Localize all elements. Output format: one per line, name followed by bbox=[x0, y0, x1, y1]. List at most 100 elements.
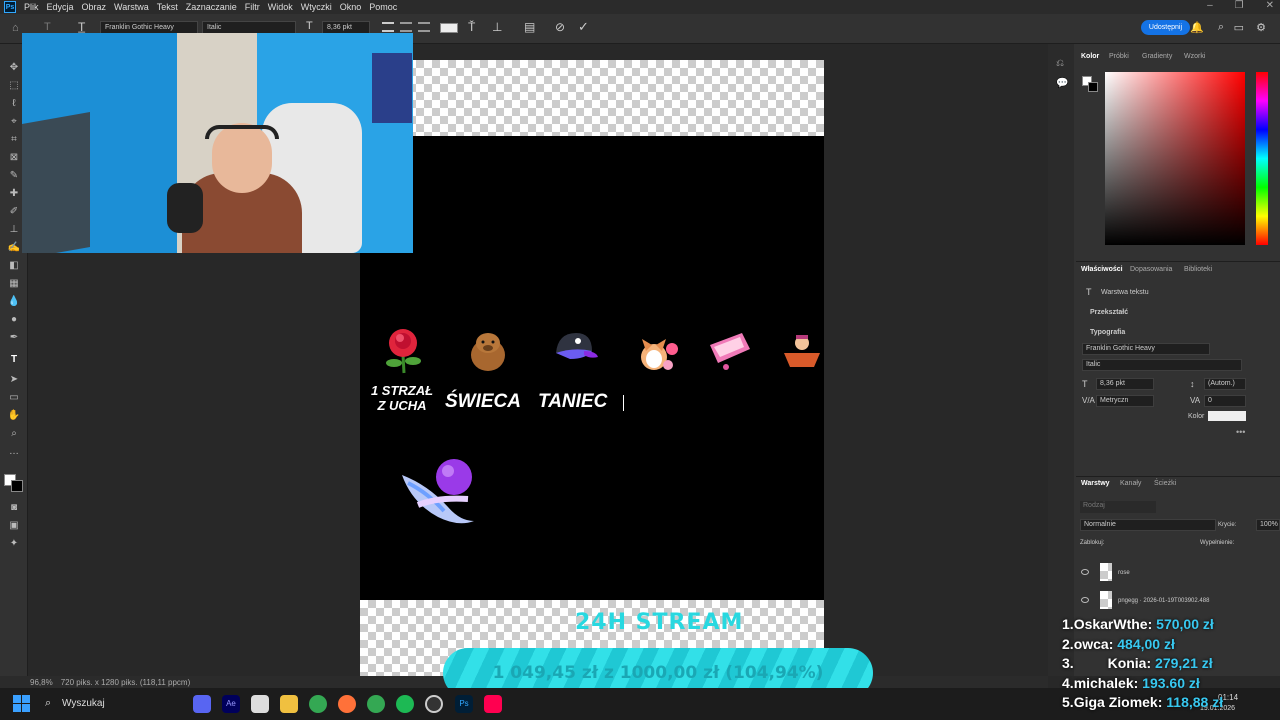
prop-font-size[interactable]: 8,36 pkt bbox=[1096, 378, 1154, 390]
zoom-level[interactable]: 96,8% bbox=[30, 678, 53, 687]
taskbar-search[interactable]: Wyszukaj bbox=[62, 698, 105, 709]
blur-icon[interactable]: 💧 bbox=[7, 296, 21, 308]
history-icon[interactable]: ⎌ bbox=[1056, 58, 1064, 69]
menu-help[interactable]: Pomoc bbox=[369, 2, 397, 12]
tab-layers[interactable]: Warstwy bbox=[1081, 480, 1110, 487]
maximize-icon[interactable]: ❐ bbox=[1235, 0, 1244, 11]
windows-start-icon[interactable] bbox=[13, 695, 30, 712]
hue-slider[interactable] bbox=[1256, 72, 1268, 245]
taskbar-search-icon[interactable]: ⌕ bbox=[45, 697, 51, 710]
file-explorer-icon[interactable] bbox=[280, 695, 298, 713]
tab-adjustments[interactable]: Dopasowania bbox=[1130, 266, 1172, 273]
commit-check-icon[interactable]: ✓ bbox=[578, 19, 589, 35]
pen-icon[interactable]: ✒ bbox=[7, 332, 21, 344]
settings-icon[interactable]: ⚙ bbox=[1256, 21, 1266, 34]
share-button[interactable]: Udostępnij bbox=[1140, 20, 1190, 35]
photoshop-taskbar-icon[interactable]: Ps bbox=[455, 695, 473, 713]
stamp-icon[interactable]: ⊥ bbox=[7, 224, 21, 236]
after-effects-icon[interactable]: Ae bbox=[222, 695, 240, 713]
prop-leading[interactable]: (Autom.) bbox=[1204, 378, 1246, 390]
prop-color-swatch[interactable] bbox=[1208, 411, 1246, 421]
store-icon[interactable] bbox=[251, 695, 269, 713]
comments-icon[interactable]: 💬 bbox=[1056, 78, 1068, 89]
path-select-icon[interactable]: ➤ bbox=[7, 374, 21, 386]
menu-window[interactable]: Okno bbox=[340, 2, 362, 12]
chrome-icon[interactable] bbox=[309, 695, 327, 713]
menu-image[interactable]: Obraz bbox=[82, 2, 107, 12]
lasso-icon[interactable]: ℓ bbox=[7, 98, 21, 110]
visibility-eye-icon[interactable] bbox=[1081, 597, 1089, 603]
spotify-icon[interactable] bbox=[396, 695, 414, 713]
layer-name[interactable]: pngegg · 2026-01-19T003902.488 bbox=[1118, 598, 1209, 604]
layer-name[interactable]: rose bbox=[1118, 570, 1130, 576]
caption-taniec[interactable]: TANIEC bbox=[538, 391, 607, 413]
discord-icon[interactable] bbox=[193, 695, 211, 713]
menu-filter[interactable]: Filtr bbox=[245, 2, 260, 12]
transform-section[interactable]: Przekształć bbox=[1090, 309, 1128, 316]
crop-icon[interactable]: ⌗ bbox=[7, 134, 21, 146]
background-color-swatch[interactable] bbox=[11, 480, 23, 492]
marquee-icon[interactable]: ⬚ bbox=[7, 80, 21, 92]
align-right-icon[interactable] bbox=[418, 22, 430, 32]
hand-icon[interactable]: ✋ bbox=[7, 410, 21, 422]
visibility-eye-icon[interactable] bbox=[1081, 569, 1089, 575]
search-icon[interactable]: ⌕ bbox=[1218, 21, 1224, 34]
text-orientation-icon[interactable]: T̲ bbox=[78, 20, 85, 34]
blend-mode-select[interactable]: Normalnie bbox=[1080, 519, 1216, 531]
tab-properties[interactable]: Właściwości bbox=[1081, 266, 1123, 273]
quick-mask-icon[interactable]: ◙ bbox=[7, 502, 21, 514]
screen-mode-icon[interactable]: ▣ bbox=[7, 520, 21, 532]
eyedropper-icon[interactable]: ✎ bbox=[7, 170, 21, 182]
tab-gradients[interactable]: Gradienty bbox=[1142, 53, 1172, 60]
home-icon[interactable]: ⌂ bbox=[12, 22, 19, 34]
warp-text-icon[interactable]: Ť bbox=[468, 20, 475, 34]
menu-edit[interactable]: Edycja bbox=[47, 2, 74, 12]
notifications-icon[interactable]: 🔔 bbox=[1190, 21, 1204, 34]
frame-icon[interactable]: ⊠ bbox=[7, 152, 21, 164]
chrome-profile-icon[interactable] bbox=[367, 695, 385, 713]
generative-icon[interactable]: ✦ bbox=[7, 538, 21, 550]
close-icon[interactable]: ✕ bbox=[1266, 0, 1274, 11]
prop-kerning[interactable]: Metryczn bbox=[1096, 395, 1154, 407]
layer-row-rose[interactable]: rose bbox=[1078, 560, 1272, 586]
tab-swatches[interactable]: Próbki bbox=[1109, 53, 1129, 60]
more-tools-icon[interactable]: … bbox=[7, 446, 21, 458]
workspace-icon[interactable]: ▭ bbox=[1234, 21, 1244, 34]
type-icon[interactable]: T bbox=[7, 354, 21, 366]
menu-type[interactable]: Tekst bbox=[157, 2, 178, 12]
history-brush-icon[interactable]: ✍ bbox=[7, 242, 21, 254]
rectangle-icon[interactable]: ▭ bbox=[7, 392, 21, 404]
opacity-value[interactable]: 100% bbox=[1256, 519, 1280, 531]
minimize-icon[interactable]: – bbox=[1207, 0, 1213, 11]
character-panel-icon[interactable]: ▤ bbox=[524, 20, 535, 34]
menu-view[interactable]: Widok bbox=[268, 2, 293, 12]
caption-swieca[interactable]: ŚWIECA bbox=[445, 391, 521, 413]
menu-file[interactable]: Plik bbox=[24, 2, 39, 12]
text-color-swatch[interactable] bbox=[440, 23, 458, 33]
healing-icon[interactable]: ✚ bbox=[7, 188, 21, 200]
brush-icon[interactable]: ✐ bbox=[7, 206, 21, 218]
align-left-icon[interactable] bbox=[382, 22, 394, 32]
firefox-icon[interactable] bbox=[338, 695, 356, 713]
more-options-icon[interactable]: ••• bbox=[1236, 427, 1245, 437]
layer-search-input[interactable]: Rodzaj bbox=[1080, 501, 1156, 513]
menu-select[interactable]: Zaznaczanie bbox=[186, 2, 237, 12]
dodge-icon[interactable]: ● bbox=[7, 314, 21, 326]
color-field[interactable] bbox=[1105, 72, 1245, 245]
tiktok-icon[interactable] bbox=[484, 695, 502, 713]
object-select-icon[interactable]: ⌖ bbox=[7, 116, 21, 128]
layer-row-pngegg[interactable]: pngegg · 2026-01-19T003902.488 bbox=[1078, 588, 1272, 614]
gradient-icon[interactable]: ▦ bbox=[7, 278, 21, 290]
menu-plugins[interactable]: Wtyczki bbox=[301, 2, 332, 12]
move-icon[interactable]: ✥ bbox=[7, 62, 21, 74]
3d-text-icon[interactable]: ⊥ bbox=[492, 20, 502, 34]
typography-section[interactable]: Typografia bbox=[1090, 329, 1125, 336]
obs-icon[interactable] bbox=[425, 695, 443, 713]
prop-font-style[interactable]: Italic bbox=[1082, 359, 1242, 371]
cancel-icon[interactable]: ⊘ bbox=[555, 20, 565, 34]
zoom-icon[interactable]: ⌕ bbox=[7, 428, 21, 440]
eraser-icon[interactable]: ◧ bbox=[7, 260, 21, 272]
tab-paths[interactable]: Ścieżki bbox=[1154, 480, 1176, 487]
tab-patterns[interactable]: Wzorki bbox=[1184, 53, 1205, 60]
bg-color-chip[interactable] bbox=[1088, 82, 1098, 92]
